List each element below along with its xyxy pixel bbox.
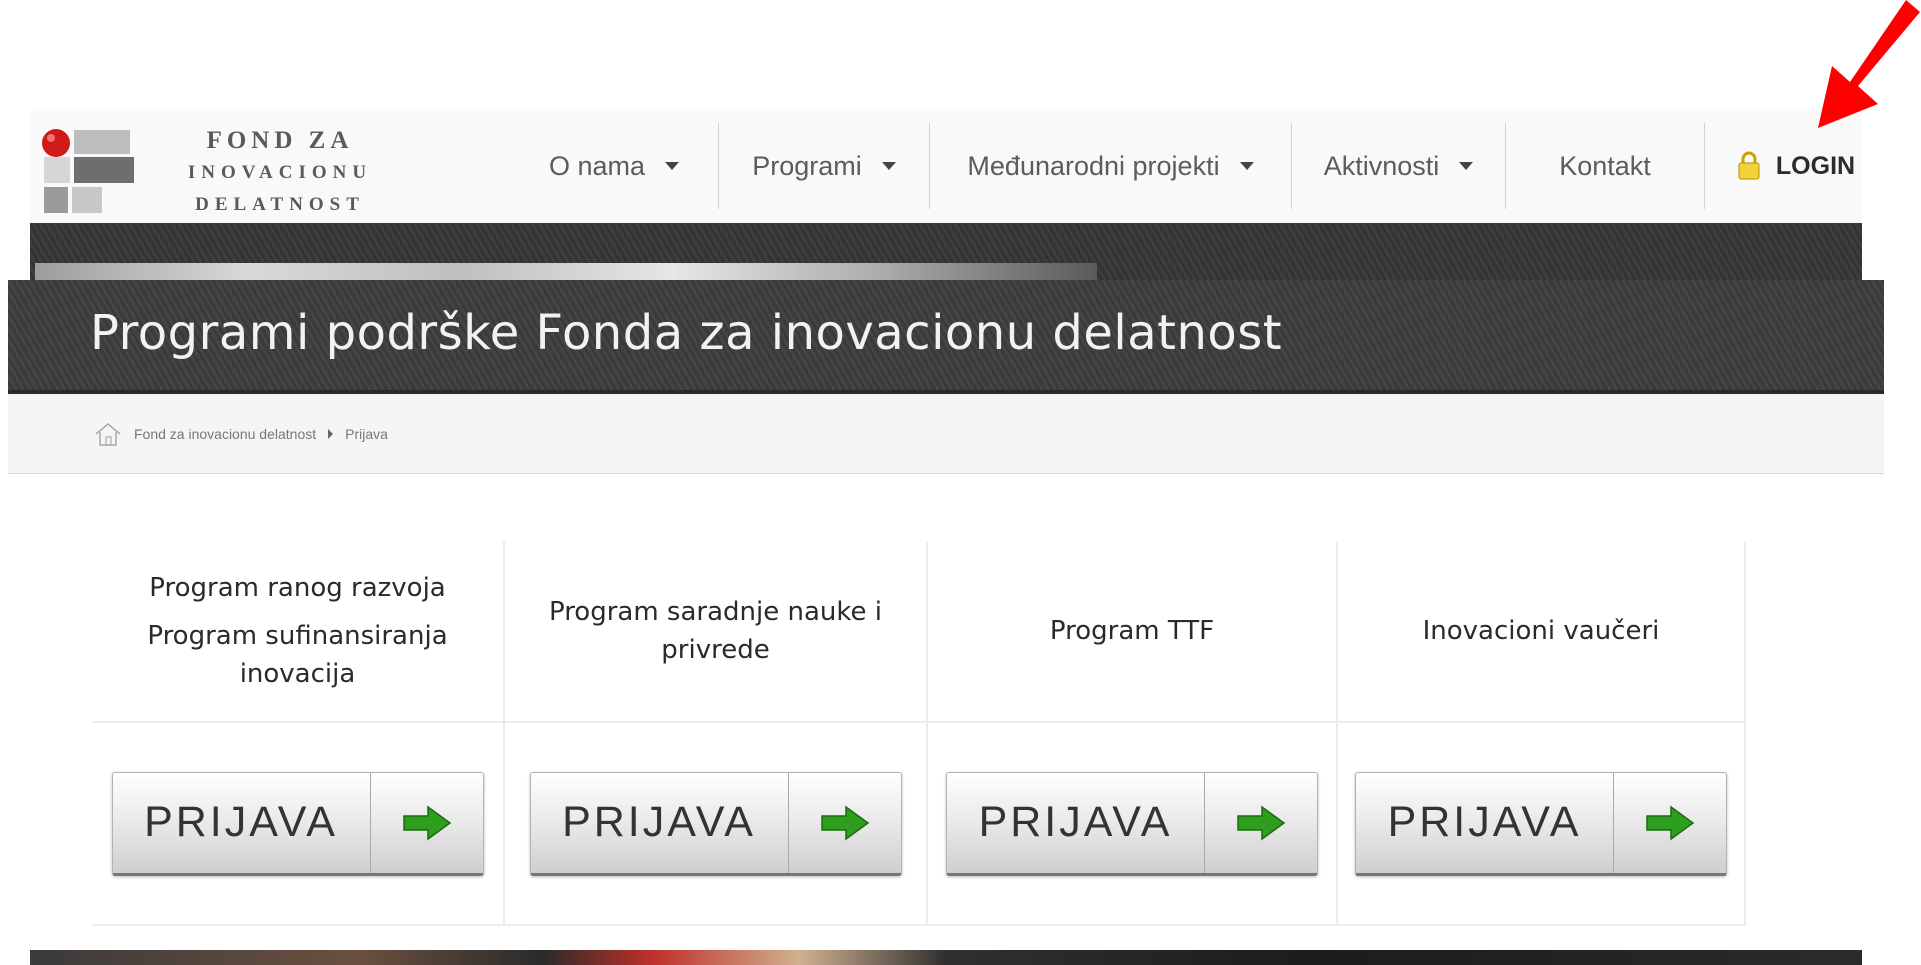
nav-item-programi[interactable]: Programi [719, 123, 930, 209]
prijava-button[interactable]: PRIJAVA [1355, 771, 1727, 876]
nav-label: Aktivnosti [1323, 150, 1440, 181]
main-nav: O nama Programi Međunarodni projekti Akt… [510, 123, 1878, 209]
program-name: Inovacioni vaučeri [1422, 616, 1660, 646]
site-logo[interactable]: Fond za inovacionu delatnost [40, 119, 390, 217]
nav-label: O nama [548, 150, 646, 181]
program-action-cell-3: PRIJAVA [928, 723, 1338, 926]
program-cell-2: Program saradnje nauke i privrede [505, 541, 928, 723]
caret-down-icon [881, 162, 896, 170]
arrow-right-icon [789, 773, 901, 873]
nav-item-medjunarodni-projekti[interactable]: Međunarodni projekti [930, 123, 1292, 209]
nav-item-kontakt[interactable]: Kontakt [1506, 123, 1705, 209]
lock-icon [1738, 151, 1760, 180]
program-action-cell-2: PRIJAVA [505, 723, 928, 926]
program-action-cell-1: PRIJAVA [92, 723, 505, 926]
breadcrumb-item-current: Prijava [345, 425, 388, 442]
nav-label: Kontakt [1559, 150, 1651, 181]
page-title: Programi podrške Fonda za inovacionu del… [90, 305, 1283, 361]
program-cell-1: Program ranog razvoja Program sufinansir… [92, 541, 505, 723]
site-header: Fond za inovacionu delatnost O nama Prog… [30, 111, 1862, 223]
logo-line-3: delatnost [195, 194, 365, 215]
logo-line-2: inovacionu [187, 162, 373, 183]
program-name: Program TTF [1049, 616, 1215, 646]
prijava-button-label: PRIJAVA [531, 772, 789, 873]
nav-label: Međunarodni projekti [967, 150, 1220, 181]
arrow-right-icon [371, 773, 483, 873]
breadcrumb: Fond za inovacionu delatnost Prijava [8, 394, 1884, 474]
footer-photo-strip [30, 950, 1862, 965]
nav-item-aktivnosti[interactable]: Aktivnosti [1292, 123, 1506, 209]
breadcrumb-item-home[interactable]: Fond za inovacionu delatnost [134, 426, 316, 442]
nav-label: Programi [752, 150, 862, 181]
prijava-button-label: PRIJAVA [113, 772, 371, 873]
program-cell-4: Inovacioni vaučeri [1338, 541, 1746, 723]
prijava-button-label: PRIJAVA [947, 772, 1205, 873]
page-title-bar: Programi podrške Fonda za inovacionu del… [8, 280, 1884, 394]
logo-text: Fond za inovacionu delatnost [150, 125, 410, 221]
logo-line-1: Fond za [206, 127, 354, 154]
programs-grid: Program ranog razvoja Program sufinansir… [92, 541, 1746, 926]
prijava-button[interactable]: PRIJAVA [946, 771, 1318, 876]
program-name: Program saradnje nauke i privrede [548, 597, 883, 665]
caret-down-icon [1239, 162, 1254, 170]
caret-down-icon [665, 162, 680, 170]
program-action-cell-4: PRIJAVA [1338, 723, 1746, 926]
login-label: LOGIN [1775, 151, 1856, 180]
nav-item-o-nama[interactable]: O nama [510, 123, 719, 209]
logo-mark-icon [42, 129, 134, 213]
home-icon[interactable] [94, 421, 122, 447]
prijava-button[interactable]: PRIJAVA [529, 771, 902, 876]
breadcrumb-separator-icon [328, 428, 334, 439]
red-arrow-pointer-icon [1818, 0, 1920, 128]
caret-down-icon [1459, 162, 1474, 170]
program-cell-3: Program TTF [928, 541, 1338, 723]
hero-photo-strip [35, 263, 1097, 281]
login-button[interactable]: LOGIN [1705, 123, 1878, 209]
arrow-right-icon [1205, 773, 1317, 873]
program-name: Program ranog razvoja [149, 573, 446, 603]
program-name: Program sufinansiranja inovacija [147, 621, 448, 689]
prijava-button-label: PRIJAVA [1356, 772, 1614, 873]
prijava-button[interactable]: PRIJAVA [111, 771, 484, 876]
arrow-right-icon [1614, 773, 1726, 873]
